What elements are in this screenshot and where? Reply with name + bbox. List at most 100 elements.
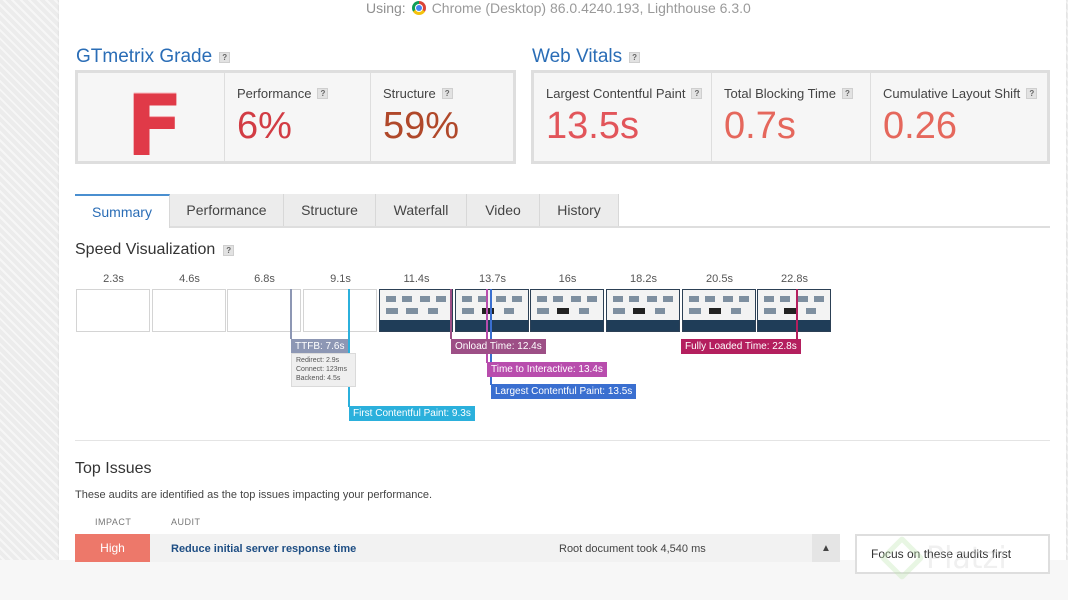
frame-content (607, 290, 679, 320)
timeline-time-label: 11.4s (403, 273, 430, 285)
tbt-label: Total Blocking Time (724, 86, 836, 101)
tab-structure[interactable]: Structure (284, 194, 376, 226)
tab-video[interactable]: Video (467, 194, 540, 226)
frame-block (462, 308, 474, 314)
timeline-frame[interactable] (152, 289, 226, 332)
top-issues-description: These audits are identified as the top i… (75, 489, 433, 501)
timeline-time-label: 2.3s (103, 273, 124, 285)
tab-history[interactable]: History (540, 194, 619, 226)
frame-block (723, 296, 733, 302)
browser-info: Using: Chrome (Desktop) 86.0.4240.193, L… (366, 0, 751, 16)
frame-content (758, 290, 830, 320)
browser-version: Chrome (Desktop) 86.0.4240.193, Lighthou… (431, 0, 751, 16)
tbt-label-wrap: Total Blocking Time ? (724, 86, 853, 101)
lcp-marker: Largest Contentful Paint: 13.5s (491, 384, 637, 399)
platzi-logo-icon (878, 538, 918, 578)
frame-block (512, 296, 522, 302)
frame-block (587, 296, 597, 302)
structure-label-wrap: Structure ? (383, 86, 453, 101)
frame-block (386, 308, 398, 314)
ttfb-connect: Connect: 123ms (296, 366, 347, 373)
onload-marker: Onload Time: 12.4s (451, 339, 546, 354)
frame-block (402, 296, 412, 302)
platzi-watermark: Platzi (878, 538, 1007, 578)
cls-label-wrap: Cumulative Layout Shift ? (883, 86, 1038, 101)
timeline-frame[interactable] (606, 289, 680, 332)
frame-block (504, 308, 514, 314)
frame-block (557, 308, 569, 314)
frame-footer (456, 320, 528, 331)
chevron-up-icon[interactable]: ▲ (812, 534, 840, 562)
top-issues-title-text: Top Issues (75, 460, 152, 477)
fully-loaded-line (796, 289, 798, 339)
timeline-frame[interactable] (76, 289, 150, 332)
watermark-text: Platzi (926, 540, 1007, 576)
frame-block (731, 308, 741, 314)
help-icon[interactable]: ? (842, 88, 853, 99)
frame-block (689, 296, 699, 302)
audit-name[interactable]: Reduce initial server response time (171, 543, 356, 555)
timeline-time-label: 16s (558, 273, 577, 285)
help-icon[interactable]: ? (219, 51, 231, 63)
web-vitals-title-text: Web Vitals (532, 46, 623, 67)
performance-score-cell: Performance ? 6% (225, 73, 371, 161)
frame-content (456, 290, 528, 320)
cls-value: 0.26 (883, 105, 957, 147)
frame-block (537, 296, 547, 302)
frame-block (764, 296, 774, 302)
timeline-frame[interactable] (757, 289, 831, 332)
frame-block (613, 308, 625, 314)
frame-footer (607, 320, 679, 331)
timeline-frame[interactable] (530, 289, 604, 332)
audit-column-header: AUDIT (171, 517, 201, 527)
tab-performance[interactable]: Performance (170, 194, 284, 226)
timeline-frame[interactable] (682, 289, 756, 332)
timeline-time-label: 18.2s (630, 273, 657, 285)
frame-block (709, 308, 721, 314)
help-icon[interactable]: ? (441, 88, 453, 99)
help-icon[interactable]: ? (691, 88, 703, 99)
frame-block (663, 296, 673, 302)
frame-content (531, 290, 603, 320)
chrome-icon (411, 1, 426, 15)
help-icon[interactable]: ? (317, 88, 329, 99)
fully-loaded-marker: Fully Loaded Time: 22.8s (681, 339, 801, 354)
help-icon[interactable]: ? (1026, 88, 1038, 99)
issue-row[interactable]: High Reduce initial server response time… (75, 534, 840, 562)
frame-block (780, 296, 790, 302)
frame-block (629, 296, 639, 302)
frame-block (428, 308, 438, 314)
structure-score-cell: Structure ? 59% (371, 73, 513, 161)
tab-waterfall[interactable]: Waterfall (376, 194, 467, 226)
timeline-time-label: 9.1s (330, 273, 351, 285)
cls-cell: Cumulative Layout Shift ? 0.26 (871, 73, 1047, 161)
gtmetrix-grade-title-text: GTmetrix Grade (76, 46, 213, 67)
frame-content (380, 290, 452, 320)
performance-score: 6% (237, 105, 292, 147)
tbt-value: 0.7s (724, 105, 796, 147)
impact-column-header: IMPACT (95, 517, 132, 527)
timeline-frame[interactable] (303, 289, 377, 332)
ttfb-marker: TTFB: 7.6s (291, 339, 349, 354)
frame-footer (531, 320, 603, 331)
frame-block (814, 296, 824, 302)
frame-block (784, 308, 796, 314)
frame-block (482, 308, 494, 314)
gtmetrix-grade-title: GTmetrix Grade ? (76, 46, 231, 68)
impact-badge: High (75, 534, 150, 562)
ttfb-line (290, 289, 292, 339)
tab-summary[interactable]: Summary (75, 194, 170, 228)
lcp-label-wrap: Largest Contentful Paint ? (546, 86, 703, 101)
timeline-frame[interactable] (455, 289, 529, 332)
timeline-frame[interactable] (379, 289, 453, 332)
web-vitals-title: Web Vitals ? (532, 46, 641, 68)
help-icon[interactable]: ? (629, 51, 641, 63)
top-issues-title: Top Issues (75, 460, 151, 478)
frame-block (633, 308, 645, 314)
frame-block (579, 308, 589, 314)
help-icon[interactable]: ? (223, 244, 235, 256)
frame-block (462, 296, 472, 302)
frame-content (683, 290, 755, 320)
timeline-time-label: 6.8s (254, 273, 275, 285)
speed-visualization-title-text: Speed Visualization (75, 241, 216, 258)
